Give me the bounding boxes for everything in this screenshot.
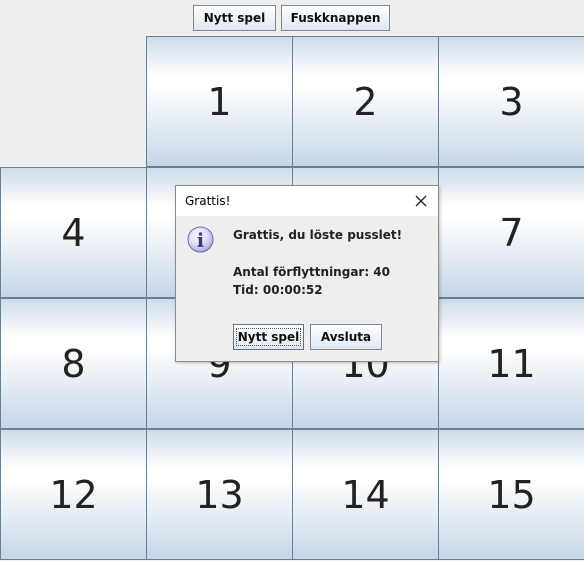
congrats-dialog: Grattis! Grattis, du löste pusslet! Anta…	[175, 185, 439, 362]
dialog-new-game-label: Nytt spel	[235, 328, 302, 346]
moves-count: Antal förflyttningar: 40	[233, 265, 391, 279]
new-game-button[interactable]: Nytt spel	[193, 5, 276, 31]
quit-label: Avsluta	[320, 330, 372, 344]
new-game-label: Nytt spel	[203, 11, 266, 25]
puzzle-tile[interactable]: 15	[438, 429, 584, 560]
quit-button[interactable]: Avsluta	[310, 324, 382, 350]
puzzle-tile[interactable]: 7	[438, 167, 584, 298]
puzzle-tile[interactable]: 2	[292, 36, 439, 167]
elapsed-time: Tid: 00:00:52	[233, 283, 323, 297]
puzzle-tile[interactable]: 8	[0, 298, 147, 429]
close-icon[interactable]	[413, 193, 429, 209]
puzzle-tile[interactable]: 12	[0, 429, 147, 560]
cheat-button[interactable]: Fuskknappen	[281, 5, 390, 31]
puzzle-tile[interactable]: 11	[438, 298, 584, 429]
dialog-message: Grattis, du löste pusslet!	[233, 228, 403, 242]
dialog-titlebar: Grattis!	[176, 186, 438, 216]
empty-slot	[0, 36, 147, 167]
puzzle-tile[interactable]: 4	[0, 167, 147, 298]
puzzle-tile[interactable]: 3	[438, 36, 584, 167]
info-icon	[187, 226, 214, 253]
cheat-label: Fuskknappen	[290, 11, 381, 25]
puzzle-tile[interactable]: 14	[292, 429, 439, 560]
puzzle-tile[interactable]: 13	[146, 429, 293, 560]
dialog-title: Grattis!	[185, 194, 231, 208]
puzzle-tile[interactable]: 1	[146, 36, 293, 167]
dialog-new-game-button[interactable]: Nytt spel	[233, 324, 304, 350]
